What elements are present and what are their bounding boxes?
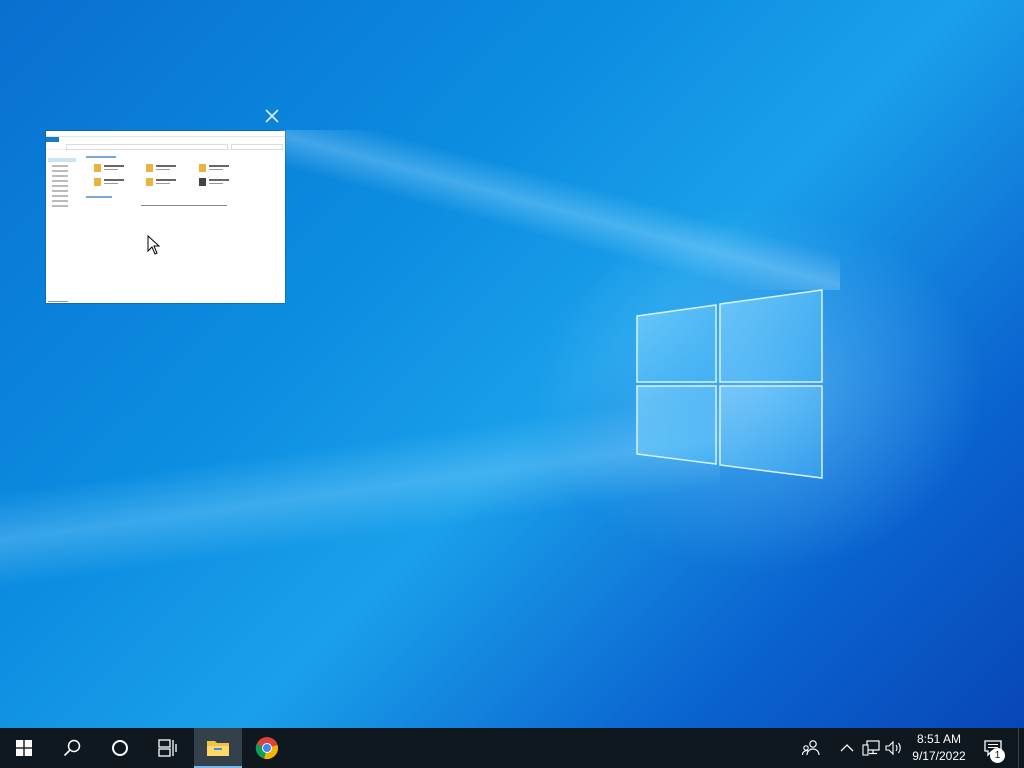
volume-icon: [885, 740, 901, 756]
cortana-button[interactable]: [96, 728, 144, 768]
show-desktop-button[interactable]: [1018, 728, 1024, 768]
preview-folder-tile: [146, 177, 186, 189]
people-button[interactable]: [800, 728, 822, 768]
preview-section-header: [86, 196, 112, 198]
file-explorer-window-preview[interactable]: [46, 131, 285, 303]
task-view-icon: [158, 739, 177, 757]
task-view-button[interactable]: [144, 728, 192, 768]
taskbar: 8:51 AM 9/17/2022: [0, 728, 1024, 768]
show-hidden-icons-button[interactable]: [838, 728, 856, 768]
taskbar-clock[interactable]: 8:51 AM 9/17/2022: [906, 728, 972, 768]
chrome-taskbar-button[interactable]: [243, 728, 291, 768]
windows-wallpaper-logo: [636, 289, 823, 479]
preview-folder-tile: [94, 163, 134, 175]
light-beam: [280, 130, 840, 290]
network-button[interactable]: [860, 728, 882, 768]
folder-icon: [207, 741, 229, 756]
close-icon[interactable]: [263, 107, 281, 125]
people-icon: [802, 740, 820, 756]
start-button[interactable]: [0, 728, 48, 768]
preview-section-header: [86, 156, 116, 158]
search-icon: [63, 739, 81, 757]
preview-ribbon: [46, 137, 285, 142]
light-beam: [0, 380, 720, 600]
preview-status-bar: [48, 301, 68, 302]
clock-time: 8:51 AM: [916, 732, 962, 746]
search-button[interactable]: [48, 728, 96, 768]
chrome-icon: [255, 737, 278, 759]
preview-navigation-pane: [48, 155, 78, 295]
preview-folder-tile: [146, 163, 186, 175]
notification-count-badge: 1: [990, 748, 1005, 763]
preview-address-bar: [46, 143, 285, 150]
mouse-cursor-icon: [147, 235, 161, 255]
volume-button[interactable]: [883, 728, 905, 768]
desktop-wallpaper: [0, 0, 1024, 728]
network-icon: [862, 740, 880, 756]
chevron-up-icon: [840, 744, 854, 752]
cortana-circle-icon: [112, 740, 128, 756]
file-explorer-taskbar-button[interactable]: [194, 728, 242, 768]
windows-logo-icon: [16, 740, 32, 756]
preview-empty-text: [141, 205, 227, 206]
preview-folder-tile: [199, 177, 239, 189]
clock-date: 9/17/2022: [912, 749, 966, 763]
preview-folder-tile: [94, 177, 134, 189]
preview-folder-tile: [199, 163, 239, 175]
